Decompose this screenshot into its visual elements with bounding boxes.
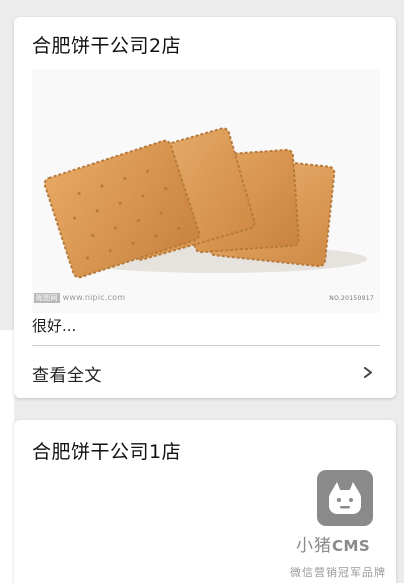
post-card[interactable]: 合肥饼干公司2店 昵图网 www.nipic.com NO.20150917 很…	[14, 17, 396, 398]
screen: 合肥饼干公司2店 昵图网 www.nipic.com NO.20150917 很…	[0, 0, 404, 583]
chevron-right-icon	[364, 367, 372, 378]
brand-name: 小猪CMS	[296, 536, 371, 556]
background-panel	[0, 330, 14, 583]
post-image[interactable]: 昵图网 www.nipic.com NO.20150917	[32, 69, 380, 313]
post-title: 合肥饼干公司2店	[32, 35, 182, 57]
read-more-label: 查看全文	[32, 366, 102, 386]
brand-badge[interactable]: 小猪CMS 微信营销冠军品牌	[282, 470, 404, 583]
read-more-link[interactable]: 查看全文	[14, 346, 396, 398]
image-watermark-right: NO.20150917	[329, 295, 374, 302]
post-excerpt: 很好...	[32, 317, 77, 335]
post-title: 合肥饼干公司1店	[32, 441, 182, 463]
image-watermark-left: 昵图网 www.nipic.com	[34, 293, 126, 303]
brand-tagline: 微信营销冠军品牌	[290, 566, 386, 579]
biscuits-image	[32, 69, 380, 313]
pig-logo-icon	[317, 470, 373, 526]
